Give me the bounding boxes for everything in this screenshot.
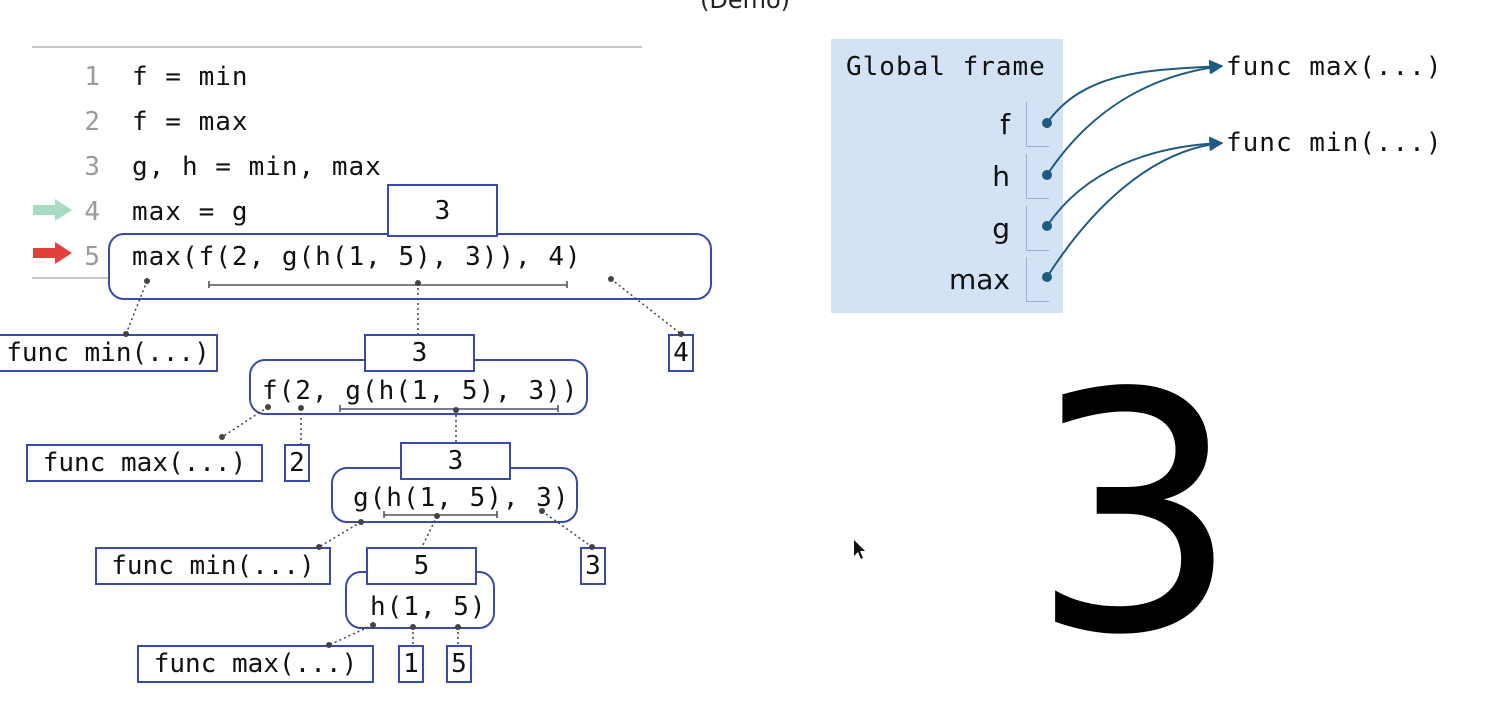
next-line-arrow <box>33 242 72 264</box>
mouse-cursor-icon <box>854 540 865 559</box>
root-arg1-bracket <box>208 281 568 288</box>
prev-line-arrow <box>33 199 72 221</box>
n1-arg2-bracket <box>339 405 559 412</box>
diagram-connectors <box>33 59 1224 648</box>
n2-arg1-bracket <box>383 511 498 518</box>
